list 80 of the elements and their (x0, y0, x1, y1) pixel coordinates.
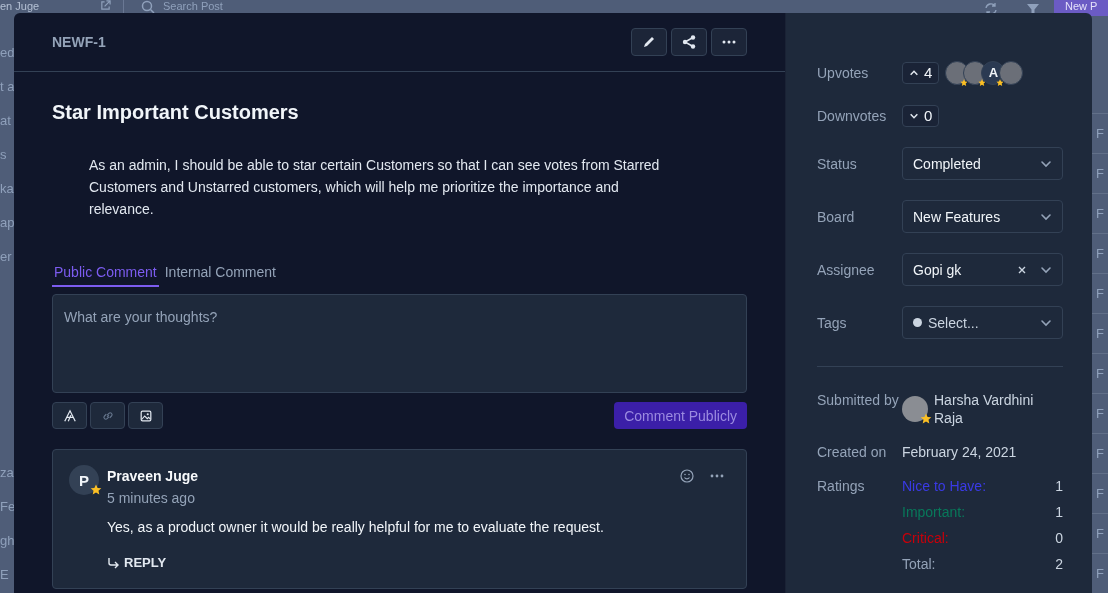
comment-tab[interactable]: Public Comment (52, 260, 159, 287)
search-field[interactable]: Search Post (163, 0, 283, 12)
share-button[interactable] (671, 28, 707, 56)
submitter-name: Harsha Vardhini Raja (934, 391, 1035, 427)
post-id: NEWF-1 (52, 34, 106, 50)
list-item-text: gh (0, 532, 14, 550)
field-label: Ratings (817, 477, 866, 495)
field-label: Assignee (817, 260, 876, 279)
list-item-text: za (0, 464, 14, 482)
format-button[interactable] (52, 402, 87, 429)
list-item-text: E (0, 566, 10, 584)
list-item-text: s (0, 146, 8, 164)
table-cell-text: F (1096, 324, 1104, 343)
created-date: February 24, 2021 (902, 443, 1018, 461)
list-item-text: er (0, 248, 13, 266)
field-label: Status (817, 154, 858, 173)
comment-tab[interactable]: Internal Comment (162, 260, 278, 287)
avatar: P (69, 465, 99, 495)
table-cell-text: F (1096, 524, 1104, 543)
table-cell-text: F (1096, 124, 1104, 143)
table-cell-text: F (1096, 244, 1104, 263)
field-label: Tags (817, 313, 848, 332)
rating-count: 0 (1055, 529, 1063, 547)
filter-icon[interactable] (1026, 2, 1040, 16)
table-cell-text: F (1096, 564, 1104, 583)
table-cell-text: F (1096, 484, 1104, 503)
close-icon[interactable] (1018, 265, 1026, 274)
post-title: Star Important Customers (52, 100, 300, 125)
list-item-text: t a (0, 78, 14, 96)
comment-text: Yes, as a product owner it would be really helpful for me to evaluate the request. (107, 518, 604, 537)
dropdown[interactable]: Gopi gk (902, 253, 1063, 286)
table-cell-text: F (1096, 404, 1104, 423)
rating-label: Nice to Have: (902, 477, 988, 495)
reply-arrow-icon (107, 556, 119, 569)
list-item-text: ap (0, 214, 14, 232)
field-label: Downvotes (817, 106, 888, 125)
rating-count: 1 (1055, 477, 1063, 495)
field-label: Created on (817, 443, 888, 461)
pencil-icon (641, 34, 657, 50)
rating-count: 2 (1055, 555, 1063, 573)
field-label: Submitted by (817, 391, 900, 409)
rating-label: Important: (902, 503, 967, 521)
external-link-icon (100, 0, 111, 11)
list-item-text: ka (0, 180, 14, 198)
table-cell-text: F (1096, 364, 1104, 383)
dot-icon (913, 318, 922, 327)
image-icon (138, 408, 153, 423)
photo-placeholder (902, 396, 928, 422)
rating-count: 1 (1055, 503, 1063, 521)
comment-field[interactable]: What are your thoughts? (52, 294, 747, 393)
field-label: Upvotes (817, 63, 870, 82)
downvote-button[interactable]: 0 (902, 104, 940, 127)
rating-label: Total: (902, 555, 937, 573)
refresh-icon[interactable] (984, 2, 998, 16)
user-name: en Juge (0, 0, 41, 12)
list-item-text: Fe (0, 498, 14, 516)
field-label: Board (817, 207, 856, 226)
comment-time: 5 minutes ago (107, 489, 195, 508)
table-cell-text: F (1096, 204, 1104, 223)
post-description: As an admin, I should be able to star certain Customers so that I can see votes from Starred Customers and Unstarred customers, which will help me prioritize the importance and relevance. (89, 156, 661, 219)
comment-author: Praveen Juge (107, 467, 199, 486)
rating-label: Critical: (902, 529, 950, 547)
comment-button[interactable]: Comment Publicly (614, 402, 747, 429)
image-button[interactable] (128, 402, 163, 429)
search-icon (141, 0, 155, 14)
share-icon (681, 34, 697, 50)
dropdown[interactable]: Completed (902, 147, 1063, 180)
upvote-button[interactable]: 4 (902, 61, 940, 84)
new-post-button[interactable]: New P (1054, 0, 1108, 16)
list-item-text: ed (0, 44, 14, 62)
dropdown[interactable]: Select... (902, 306, 1063, 339)
table-cell-text: F (1096, 444, 1104, 463)
letter-a-icon (62, 408, 77, 423)
list-item-text: at (0, 112, 12, 130)
table-cell-text: F (1096, 164, 1104, 183)
smiley-icon[interactable] (680, 469, 694, 483)
edit-button[interactable] (631, 28, 667, 56)
table-cell-text: F (1096, 284, 1104, 303)
dropdown[interactable]: New Features (902, 200, 1063, 233)
reply-button[interactable]: REPLY (107, 555, 167, 570)
